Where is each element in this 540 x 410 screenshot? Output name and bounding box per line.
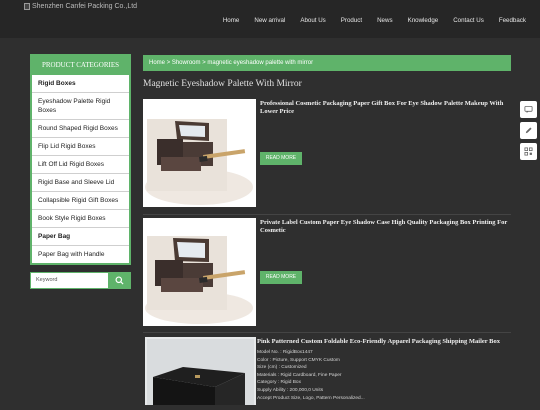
product-card: Professional Cosmetic Packaging Paper Gi…	[143, 99, 511, 207]
page-title: Magnetic Eyeshadow Palette With Mirror	[143, 79, 302, 89]
product-title[interactable]: Private Label Custom Paper Eye Shadow Ca…	[260, 219, 512, 235]
nav-feedback[interactable]: Feedback	[499, 17, 526, 24]
divider	[143, 214, 511, 215]
breadcrumb[interactable]: Home > Showroom > magnetic eyeshadow pal…	[143, 55, 511, 71]
sidebar-item-paper-bag-with-handle[interactable]: Paper Bag with Handle	[32, 246, 129, 263]
spec-color: Color : Picture, Support CMYK Custom	[257, 357, 340, 363]
sidebar-item-book-style-rigid-boxes[interactable]: Book Style Rigid Boxes	[32, 210, 129, 228]
spec-supply-ability: Supply Ability : 200,000,0 Units	[257, 387, 324, 393]
nav-about-us[interactable]: About Us	[300, 17, 325, 24]
nav-new-arrival[interactable]: New arrival	[254, 17, 285, 24]
product-title[interactable]: Pink Patterned Custom Foldable Eco-Frien…	[257, 338, 509, 346]
spec-size: Size (cm) : Customized	[257, 365, 307, 371]
qr-code-icon	[524, 147, 533, 156]
spec-category: Category : Rigid Box	[257, 380, 301, 386]
spec-model-no: Model No. : RigidBox1447	[257, 350, 313, 355]
keyword-search: Keyword	[30, 272, 131, 289]
product-categories-sidebar: PRODUCT CATEGORIES Rigid Boxes Eyeshadow…	[30, 54, 131, 265]
main-nav: Home New arrival About Us Product News K…	[223, 17, 526, 24]
nav-home[interactable]: Home	[223, 17, 240, 24]
search-icon	[114, 276, 124, 285]
logo-alt-text: Shenzhen Canfei Packing Co.,Ltd	[32, 3, 138, 10]
sidebar-item-rigid-boxes[interactable]: Rigid Boxes	[32, 75, 129, 93]
sidebar-item-round-shaped-rigid-boxes[interactable]: Round Shaped Rigid Boxes	[32, 120, 129, 138]
qr-code-button[interactable]	[520, 143, 537, 160]
sidebar-item-eyeshadow-palette-rigid-boxes[interactable]: Eyeshadow Palette Rigid Boxes	[32, 93, 129, 120]
sidebar-item-flip-lid-rigid-boxes[interactable]: Flip Lid Rigid Boxes	[32, 138, 129, 156]
product-image[interactable]	[143, 99, 256, 207]
site-header: Shenzhen Canfei Packing Co.,Ltd Home New…	[0, 0, 540, 38]
spec-materials: Materials : Rigid Cardboard, Fine Paper	[257, 372, 342, 378]
sidebar-item-paper-bag[interactable]: Paper Bag	[32, 228, 129, 246]
edit-button[interactable]	[520, 122, 537, 139]
chat-button[interactable]	[520, 101, 537, 118]
divider	[143, 332, 511, 333]
nav-product[interactable]: Product	[341, 17, 362, 24]
product-card: Pink Patterned Custom Foldable Eco-Frien…	[143, 337, 511, 405]
broken-image-icon	[24, 3, 30, 10]
product-image[interactable]	[145, 337, 256, 405]
edit-icon	[525, 127, 532, 134]
sidebar-item-rigid-base-and-sleeve-lid[interactable]: Rigid Base and Sleeve Lid	[32, 174, 129, 192]
nav-news[interactable]: News	[377, 17, 392, 24]
sidebar-item-collapsible-rigid-gift-boxes[interactable]: Collapsible Rigid Gift Boxes	[32, 192, 129, 210]
eyeshadow-palette-photo	[143, 99, 256, 207]
black-box-photo	[145, 337, 256, 405]
product-card: Private Label Custom Paper Eye Shadow Ca…	[143, 218, 511, 326]
nav-knowledge[interactable]: Knowledge	[408, 17, 439, 24]
read-more-button[interactable]: READ MORE	[260, 152, 302, 165]
search-button[interactable]	[108, 273, 130, 288]
spec-accept: Accept Product Size, Logo, Pattern Perso…	[257, 395, 365, 401]
sidebar-item-lift-off-lid-rigid-boxes[interactable]: Lift Off Lid Rigid Boxes	[32, 156, 129, 174]
product-specs: Model No. : RigidBox1447 Color : Picture…	[257, 349, 365, 402]
nav-contact-us[interactable]: Contact Us	[453, 17, 484, 24]
product-image[interactable]	[143, 218, 256, 326]
company-logo[interactable]: Shenzhen Canfei Packing Co.,Ltd	[24, 3, 137, 10]
search-input[interactable]: Keyword	[31, 273, 108, 288]
product-title[interactable]: Professional Cosmetic Packaging Paper Gi…	[260, 100, 512, 116]
read-more-button[interactable]: READ MORE	[260, 271, 302, 284]
chat-icon	[524, 105, 533, 114]
sidebar-title: PRODUCT CATEGORIES	[32, 56, 129, 75]
eyeshadow-case-photo	[143, 218, 256, 326]
